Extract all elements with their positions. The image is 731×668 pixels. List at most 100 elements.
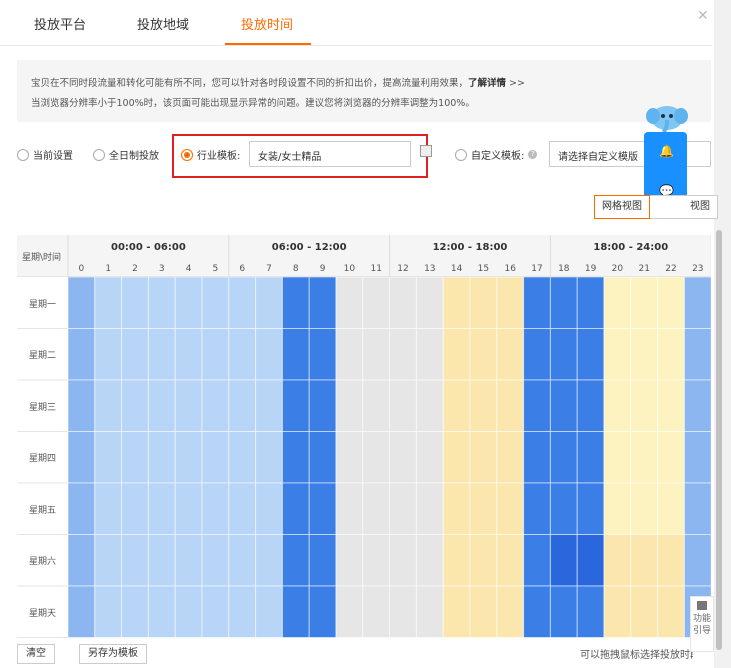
time-cell[interactable]: [469, 328, 498, 381]
time-cell[interactable]: [496, 328, 525, 381]
time-cell[interactable]: [576, 534, 605, 587]
time-cell[interactable]: [523, 431, 551, 484]
elephant-mascot-icon[interactable]: [645, 100, 689, 136]
time-cell[interactable]: [255, 431, 283, 484]
tab-region[interactable]: 投放地域: [137, 14, 189, 33]
time-cell[interactable]: [683, 534, 711, 587]
time-cell[interactable]: [201, 328, 230, 381]
time-cell[interactable]: [201, 585, 230, 638]
time-cell[interactable]: [469, 276, 498, 329]
time-cell[interactable]: [335, 379, 364, 432]
radio-icon[interactable]: [93, 148, 105, 161]
time-cell[interactable]: [549, 431, 578, 484]
day-label[interactable]: 星期三: [17, 400, 68, 413]
time-cell[interactable]: [362, 534, 391, 587]
time-cell[interactable]: [630, 534, 659, 587]
time-cell[interactable]: [228, 379, 257, 432]
time-cell[interactable]: [523, 482, 551, 535]
time-cell[interactable]: [94, 276, 123, 329]
time-cell[interactable]: [201, 482, 230, 535]
time-cell[interactable]: [415, 534, 444, 587]
time-cells[interactable]: [17, 235, 711, 638]
time-cell[interactable]: [523, 328, 551, 381]
time-cell[interactable]: [255, 379, 283, 432]
time-cell[interactable]: [362, 379, 391, 432]
time-cell[interactable]: [496, 482, 525, 535]
time-cell[interactable]: [67, 534, 96, 587]
time-cell[interactable]: [308, 431, 337, 484]
time-cell[interactable]: [147, 534, 176, 587]
time-cell[interactable]: [657, 328, 685, 381]
time-cell[interactable]: [683, 431, 711, 484]
time-cell[interactable]: [523, 585, 551, 638]
template-detail-icon[interactable]: [420, 145, 432, 157]
time-cell[interactable]: [415, 379, 444, 432]
time-cell[interactable]: [308, 379, 337, 432]
day-label[interactable]: 星期五: [17, 503, 68, 516]
time-cell[interactable]: [255, 585, 283, 638]
option-custom[interactable]: 自定义模板: ?: [455, 147, 538, 162]
time-cell[interactable]: [228, 276, 257, 329]
time-cell[interactable]: [147, 482, 176, 535]
time-cell[interactable]: [335, 431, 364, 484]
time-cell[interactable]: [389, 482, 417, 535]
time-cell[interactable]: [657, 585, 685, 638]
time-cell[interactable]: [174, 482, 203, 535]
time-cell[interactable]: [630, 431, 659, 484]
time-cell[interactable]: [174, 431, 203, 484]
time-cell[interactable]: [603, 328, 632, 381]
time-cell[interactable]: [576, 379, 605, 432]
time-cell[interactable]: [389, 276, 417, 329]
time-cell[interactable]: [442, 276, 471, 329]
time-cell[interactable]: [549, 379, 578, 432]
time-cell[interactable]: [174, 328, 203, 381]
time-cell[interactable]: [121, 585, 149, 638]
option-allday[interactable]: 全日制投放: [93, 147, 159, 162]
time-cell[interactable]: [94, 585, 123, 638]
save-as-template-button[interactable]: 另存为模板: [79, 644, 147, 664]
time-cell[interactable]: [442, 482, 471, 535]
day-label[interactable]: 星期四: [17, 451, 68, 464]
day-label[interactable]: 星期二: [17, 348, 68, 361]
time-cell[interactable]: [576, 328, 605, 381]
time-cell[interactable]: [683, 328, 711, 381]
time-cell[interactable]: [415, 276, 444, 329]
time-cell[interactable]: [362, 585, 391, 638]
time-cell[interactable]: [603, 276, 632, 329]
industry-template-select[interactable]: 女装/女士精品: [249, 141, 411, 167]
time-cell[interactable]: [147, 328, 176, 381]
radio-icon[interactable]: [455, 148, 467, 161]
time-cell[interactable]: [389, 379, 417, 432]
time-cell[interactable]: [603, 431, 632, 484]
time-cell[interactable]: [657, 482, 685, 535]
time-cell[interactable]: [201, 379, 230, 432]
time-cell[interactable]: [523, 534, 551, 587]
time-cell[interactable]: [121, 276, 149, 329]
time-cell[interactable]: [523, 276, 551, 329]
time-cell[interactable]: [389, 585, 417, 638]
time-cell[interactable]: [94, 534, 123, 587]
time-cell[interactable]: [335, 585, 364, 638]
time-cell[interactable]: [228, 328, 257, 381]
time-cell[interactable]: [174, 534, 203, 587]
time-cell[interactable]: [362, 328, 391, 381]
time-cell[interactable]: [335, 534, 364, 587]
time-cell[interactable]: [442, 431, 471, 484]
scrollbar-thumb[interactable]: [716, 230, 722, 650]
time-cell[interactable]: [281, 534, 310, 587]
time-cell[interactable]: [657, 276, 685, 329]
tab-platform[interactable]: 投放平台: [34, 14, 86, 33]
time-cell[interactable]: [94, 482, 123, 535]
time-cell[interactable]: [549, 328, 578, 381]
grid-view-button[interactable]: 网格视图: [594, 195, 650, 219]
time-cell[interactable]: [630, 585, 659, 638]
time-cell[interactable]: [174, 585, 203, 638]
time-cell[interactable]: [228, 482, 257, 535]
time-cell[interactable]: [255, 276, 283, 329]
time-cell[interactable]: [362, 482, 391, 535]
time-cell[interactable]: [469, 534, 498, 587]
time-cell[interactable]: [496, 276, 525, 329]
time-cell[interactable]: [94, 431, 123, 484]
other-view-button[interactable]: 视图: [650, 195, 718, 219]
time-cell[interactable]: [362, 431, 391, 484]
